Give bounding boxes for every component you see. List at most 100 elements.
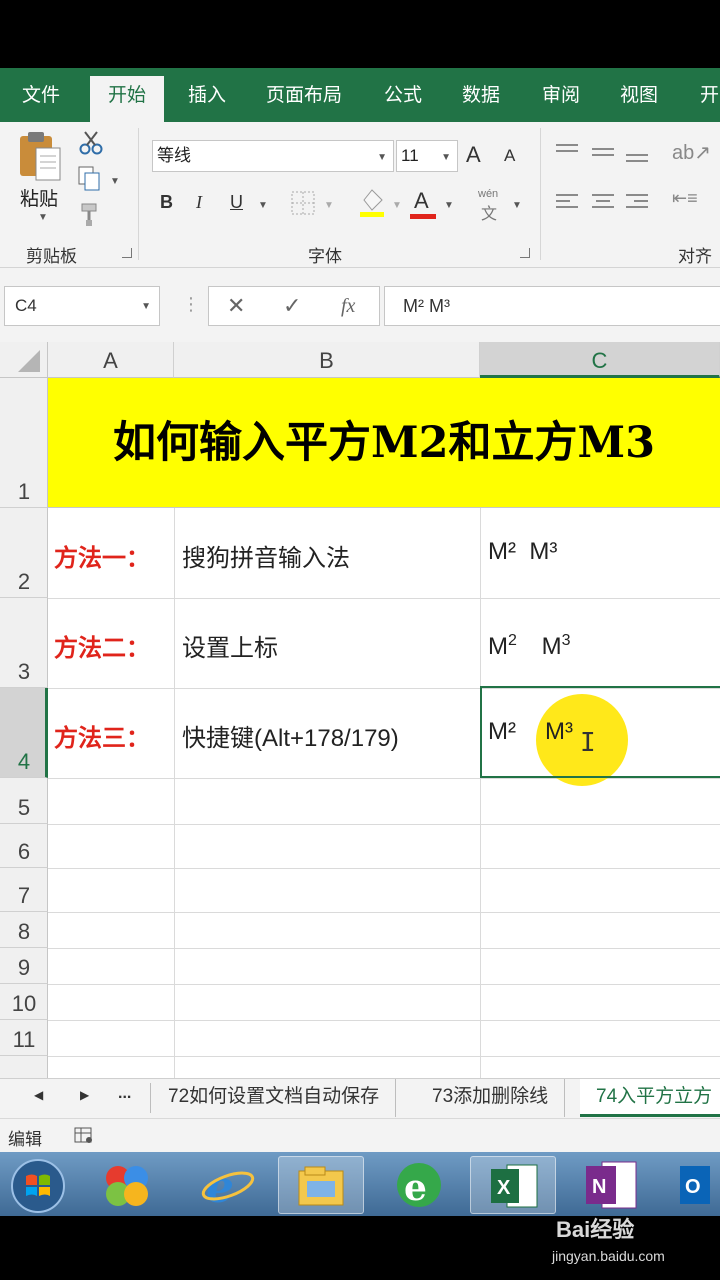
macro-record-icon[interactable] [74,1125,94,1145]
align-middle-icon[interactable] [592,144,616,164]
font-name-dropdown-icon[interactable]: ▼ [377,143,387,173]
copy-dropdown-icon[interactable]: ▼ [110,176,120,187]
borders-icon[interactable] [290,190,316,216]
sheet-tab[interactable]: 73添加删除线 [416,1079,566,1117]
gridline [48,1020,720,1021]
internet-explorer-icon[interactable]: e [186,1156,272,1214]
method-cell[interactable]: 方法三： [54,718,150,753]
copy-icon[interactable] [78,166,102,192]
file-explorer-active-slot[interactable] [278,1156,364,1214]
column-header-a[interactable]: A [48,342,174,378]
description-cell[interactable]: 设置上标 [182,628,278,663]
row-header-6[interactable]: 6 [0,824,48,868]
worksheet-grid[interactable]: A B C 1 2 3 4 5 6 7 8 9 10 11 12 如何输入平方M… [0,342,720,1078]
cut-icon[interactable] [78,130,104,156]
tab-file[interactable]: 文件 [22,68,60,122]
row-header-1[interactable]: 1 [0,378,48,508]
outlook-icon[interactable]: O [660,1156,720,1214]
shrink-font-icon[interactable]: A [504,146,515,166]
row-header-12[interactable]: 12 [0,1056,48,1078]
orientation-icon[interactable]: ab↗ [672,140,711,165]
row-header-7[interactable]: 7 [0,868,48,912]
insert-function-icon[interactable]: fx [341,287,355,325]
tab-home[interactable]: 开始 [90,76,165,122]
more-sheets-button[interactable]: ... [118,1085,131,1103]
borders-dropdown-icon[interactable]: ▼ [324,200,334,211]
formula-input[interactable]: M² M³ [384,286,720,326]
tab-more[interactable]: 开 [700,68,719,122]
enter-icon[interactable]: ✓ [283,287,301,325]
next-sheet-icon[interactable]: ▶ [80,1088,89,1102]
tab-data[interactable]: 数据 [462,68,500,122]
value-cell[interactable]: M2 M3 [488,632,570,661]
superscript-3: 3 [561,632,571,649]
method-cell[interactable]: 方法一： [54,538,150,573]
name-box-dropdown-icon[interactable]: ▼ [141,288,151,326]
grow-font-icon[interactable]: A [466,142,481,168]
row-header-3[interactable]: 3 [0,598,48,688]
name-box[interactable]: C4 ▼ [4,286,160,326]
fill-color-icon[interactable] [358,186,386,218]
value-cell[interactable]: M² M³ [488,538,557,566]
phonetic-dropdown-icon[interactable]: ▼ [512,200,522,211]
ie-green-icon[interactable]: e [376,1156,462,1214]
media-center-icon[interactable] [84,1156,170,1214]
select-all-button[interactable] [0,342,48,378]
font-name-box[interactable]: 等线 ▼ [152,140,394,172]
base-m: M [541,633,562,660]
paste-button[interactable]: 粘贴 [20,184,58,211]
fill-color-dropdown-icon[interactable]: ▼ [392,200,402,211]
excel-active-slot[interactable]: X [470,1156,556,1214]
cancel-icon[interactable]: ✕ [227,287,245,325]
align-left-icon[interactable] [556,194,580,214]
column-header-c[interactable]: C [480,342,720,378]
row-header-5[interactable]: 5 [0,778,48,824]
sheet-tab[interactable]: 72如何设置文档自动保存 [152,1079,397,1117]
sheet-tab-active[interactable]: 74入平方立方 [580,1079,720,1117]
method-cell[interactable]: 方法二： [54,628,150,663]
onenote-icon[interactable]: N [566,1156,652,1214]
row-header-2[interactable]: 2 [0,508,48,598]
column-header-b[interactable]: B [174,342,480,378]
active-cell-c4[interactable] [480,686,720,778]
row-header-8[interactable]: 8 [0,912,48,948]
ribbon-tab-bar: 文件 开始 插入 页面布局 公式 数据 审阅 视图 开 [0,68,720,122]
gridline [48,824,720,825]
italic-button[interactable]: I [196,192,202,213]
font-size-box[interactable]: 11 ▼ [396,140,458,172]
title-cell[interactable]: 如何输入平方M2和立方M3 [48,378,720,508]
font-launcher-icon[interactable] [520,248,530,258]
tab-insert[interactable]: 插入 [188,68,226,122]
row-header-9[interactable]: 9 [0,948,48,984]
prev-sheet-icon[interactable]: ◀ [34,1088,43,1102]
bold-button[interactable]: B [160,192,173,213]
paste-dropdown-icon[interactable]: ▼ [38,212,48,223]
row-header-10[interactable]: 10 [0,984,48,1020]
indent-icon[interactable]: ⇤≡ [672,188,698,209]
font-size-value: 11 [401,146,419,165]
phonetic-icon[interactable]: wén 文 [478,188,498,224]
paste-icon[interactable] [18,130,62,182]
font-color-dropdown-icon[interactable]: ▼ [444,200,454,211]
description-cell[interactable]: 快捷键(Alt+178/179) [182,718,399,753]
tab-review[interactable]: 审阅 [542,68,580,122]
align-right-icon[interactable] [626,194,650,214]
row-header-4[interactable]: 4 [0,688,48,778]
formula-buttons: ✕ ✓ fx [208,286,380,326]
tab-page-layout[interactable]: 页面布局 [266,68,342,122]
align-center-icon[interactable] [592,194,616,214]
align-top-icon[interactable] [556,144,580,164]
row-header-11[interactable]: 11 [0,1020,48,1056]
align-bottom-icon[interactable] [626,144,650,164]
tab-view[interactable]: 视图 [620,68,658,122]
gridline [48,778,720,779]
underline-button[interactable]: U [230,192,243,213]
clipboard-launcher-icon[interactable] [122,248,132,258]
windows-start-icon[interactable] [0,1156,86,1214]
font-color-icon[interactable]: A [414,188,429,214]
tab-formulas[interactable]: 公式 [384,68,422,122]
underline-dropdown-icon[interactable]: ▼ [258,200,268,211]
format-painter-icon[interactable] [78,202,104,228]
description-cell[interactable]: 搜狗拼音输入法 [182,538,350,573]
font-size-dropdown-icon[interactable]: ▼ [441,143,451,173]
